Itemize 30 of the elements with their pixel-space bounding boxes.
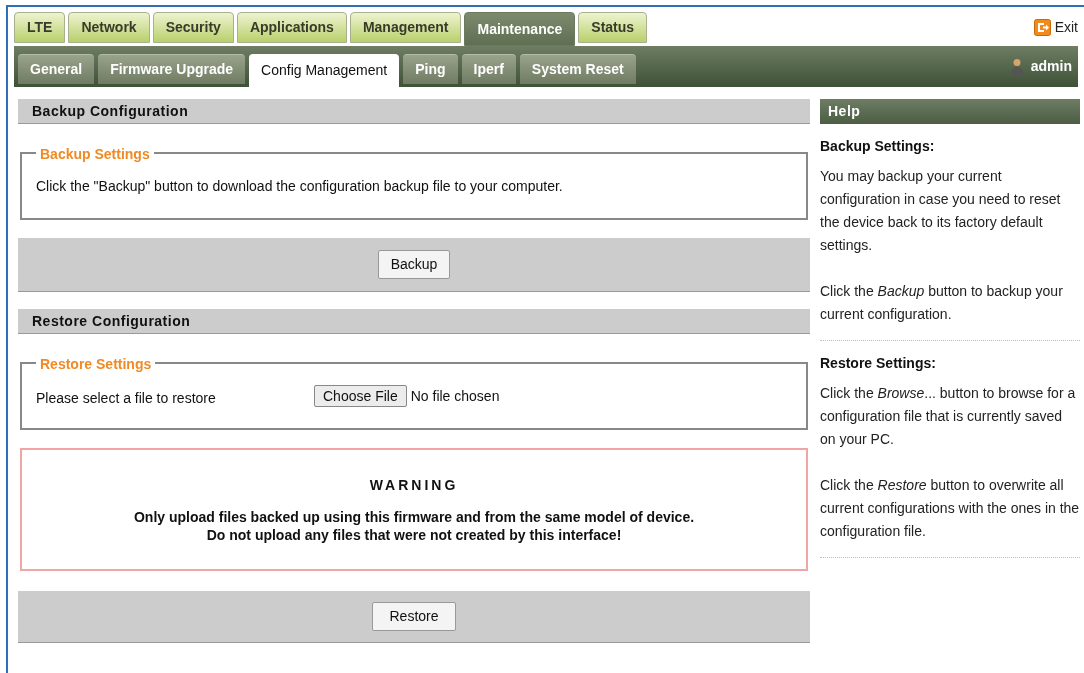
- user-icon: [1010, 58, 1023, 75]
- main-tab[interactable]: Applications: [236, 12, 347, 43]
- main-tab[interactable]: Network: [68, 12, 150, 43]
- help-heading: Restore Settings:: [820, 354, 937, 373]
- backup-button[interactable]: Backup: [377, 250, 451, 279]
- user-name: admin: [1030, 57, 1072, 76]
- file-status: No file chosen: [410, 386, 500, 406]
- help-text: Click the Browse... button to browse for a configuration file that is currently saved on your PC.: [820, 384, 1077, 449]
- exit-link[interactable]: Exit: [1033, 17, 1078, 38]
- main-tab[interactable]: Security: [152, 12, 234, 43]
- warning-text: Do not upload any files that were not created by this interface!: [206, 526, 622, 544]
- main-tab[interactable]: LTE: [14, 12, 66, 43]
- sub-tab[interactable]: Config Management: [249, 54, 400, 87]
- file-label: Please select a file to restore: [36, 389, 217, 408]
- help-header: Help: [820, 99, 1080, 124]
- help-text: You may backup your current configuration in case you need to reset the device back to its factory default settings.: [820, 167, 1062, 255]
- choose-file-button[interactable]: Choose File: [314, 385, 407, 407]
- warning-title: WARNING: [369, 476, 459, 495]
- section-header: Restore Configuration: [18, 309, 810, 334]
- warning-text: Only upload files backed up using this firmware and from the same model of device.: [133, 508, 695, 526]
- main-tab[interactable]: Status: [578, 12, 648, 43]
- instruction-text: Click the "Backup" button to download the configuration backup file to your computer.: [36, 176, 563, 196]
- help-text: Click the Restore button to overwrite all current configurations with the ones in the configuration file.: [820, 476, 1080, 541]
- main-tab[interactable]: Management: [349, 12, 462, 43]
- section-header: Backup Configuration: [18, 99, 810, 124]
- help-text: Click the Backup button to backup your current configuration.: [820, 282, 1064, 324]
- help-heading: Backup Settings:: [820, 137, 936, 156]
- restore-button[interactable]: Restore: [372, 602, 456, 631]
- main-tab[interactable]: Maintenance: [464, 12, 576, 46]
- exit-icon: [1033, 19, 1051, 36]
